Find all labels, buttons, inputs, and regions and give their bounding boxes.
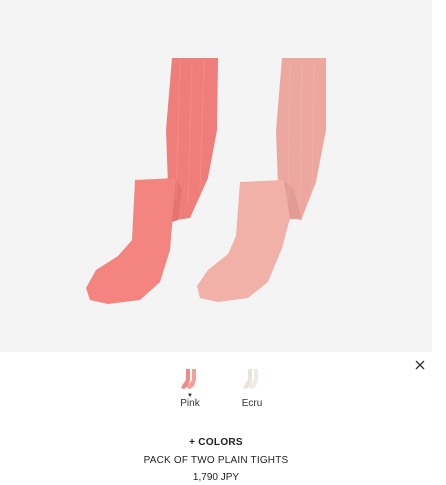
swatch-pink[interactable]: ▼ Pink (170, 368, 210, 409)
swatch-label: Ecru (241, 398, 263, 409)
pale-pink-tights-front-leg (197, 180, 290, 302)
product-name: PACK OF TWO PLAIN TIGHTS (143, 455, 289, 466)
swatch-label: Pink (180, 398, 200, 409)
more-colors-link[interactable]: + COLORS (189, 437, 243, 448)
pink-tights-thumbnail (181, 369, 196, 389)
color-swatches: ▼ Pink Ecru (0, 368, 432, 412)
tights-illustration (86, 58, 326, 304)
ecru-tights-thumbnail (243, 369, 258, 389)
product-info: + COLORS PACK OF TWO PLAIN TIGHTS 1,790 … (0, 432, 432, 483)
swatch-ecru[interactable]: Ecru (232, 368, 272, 409)
product-image (0, 0, 432, 352)
coral-tights-front-leg (86, 178, 176, 304)
product-price: 1,790 JPY (192, 472, 240, 483)
